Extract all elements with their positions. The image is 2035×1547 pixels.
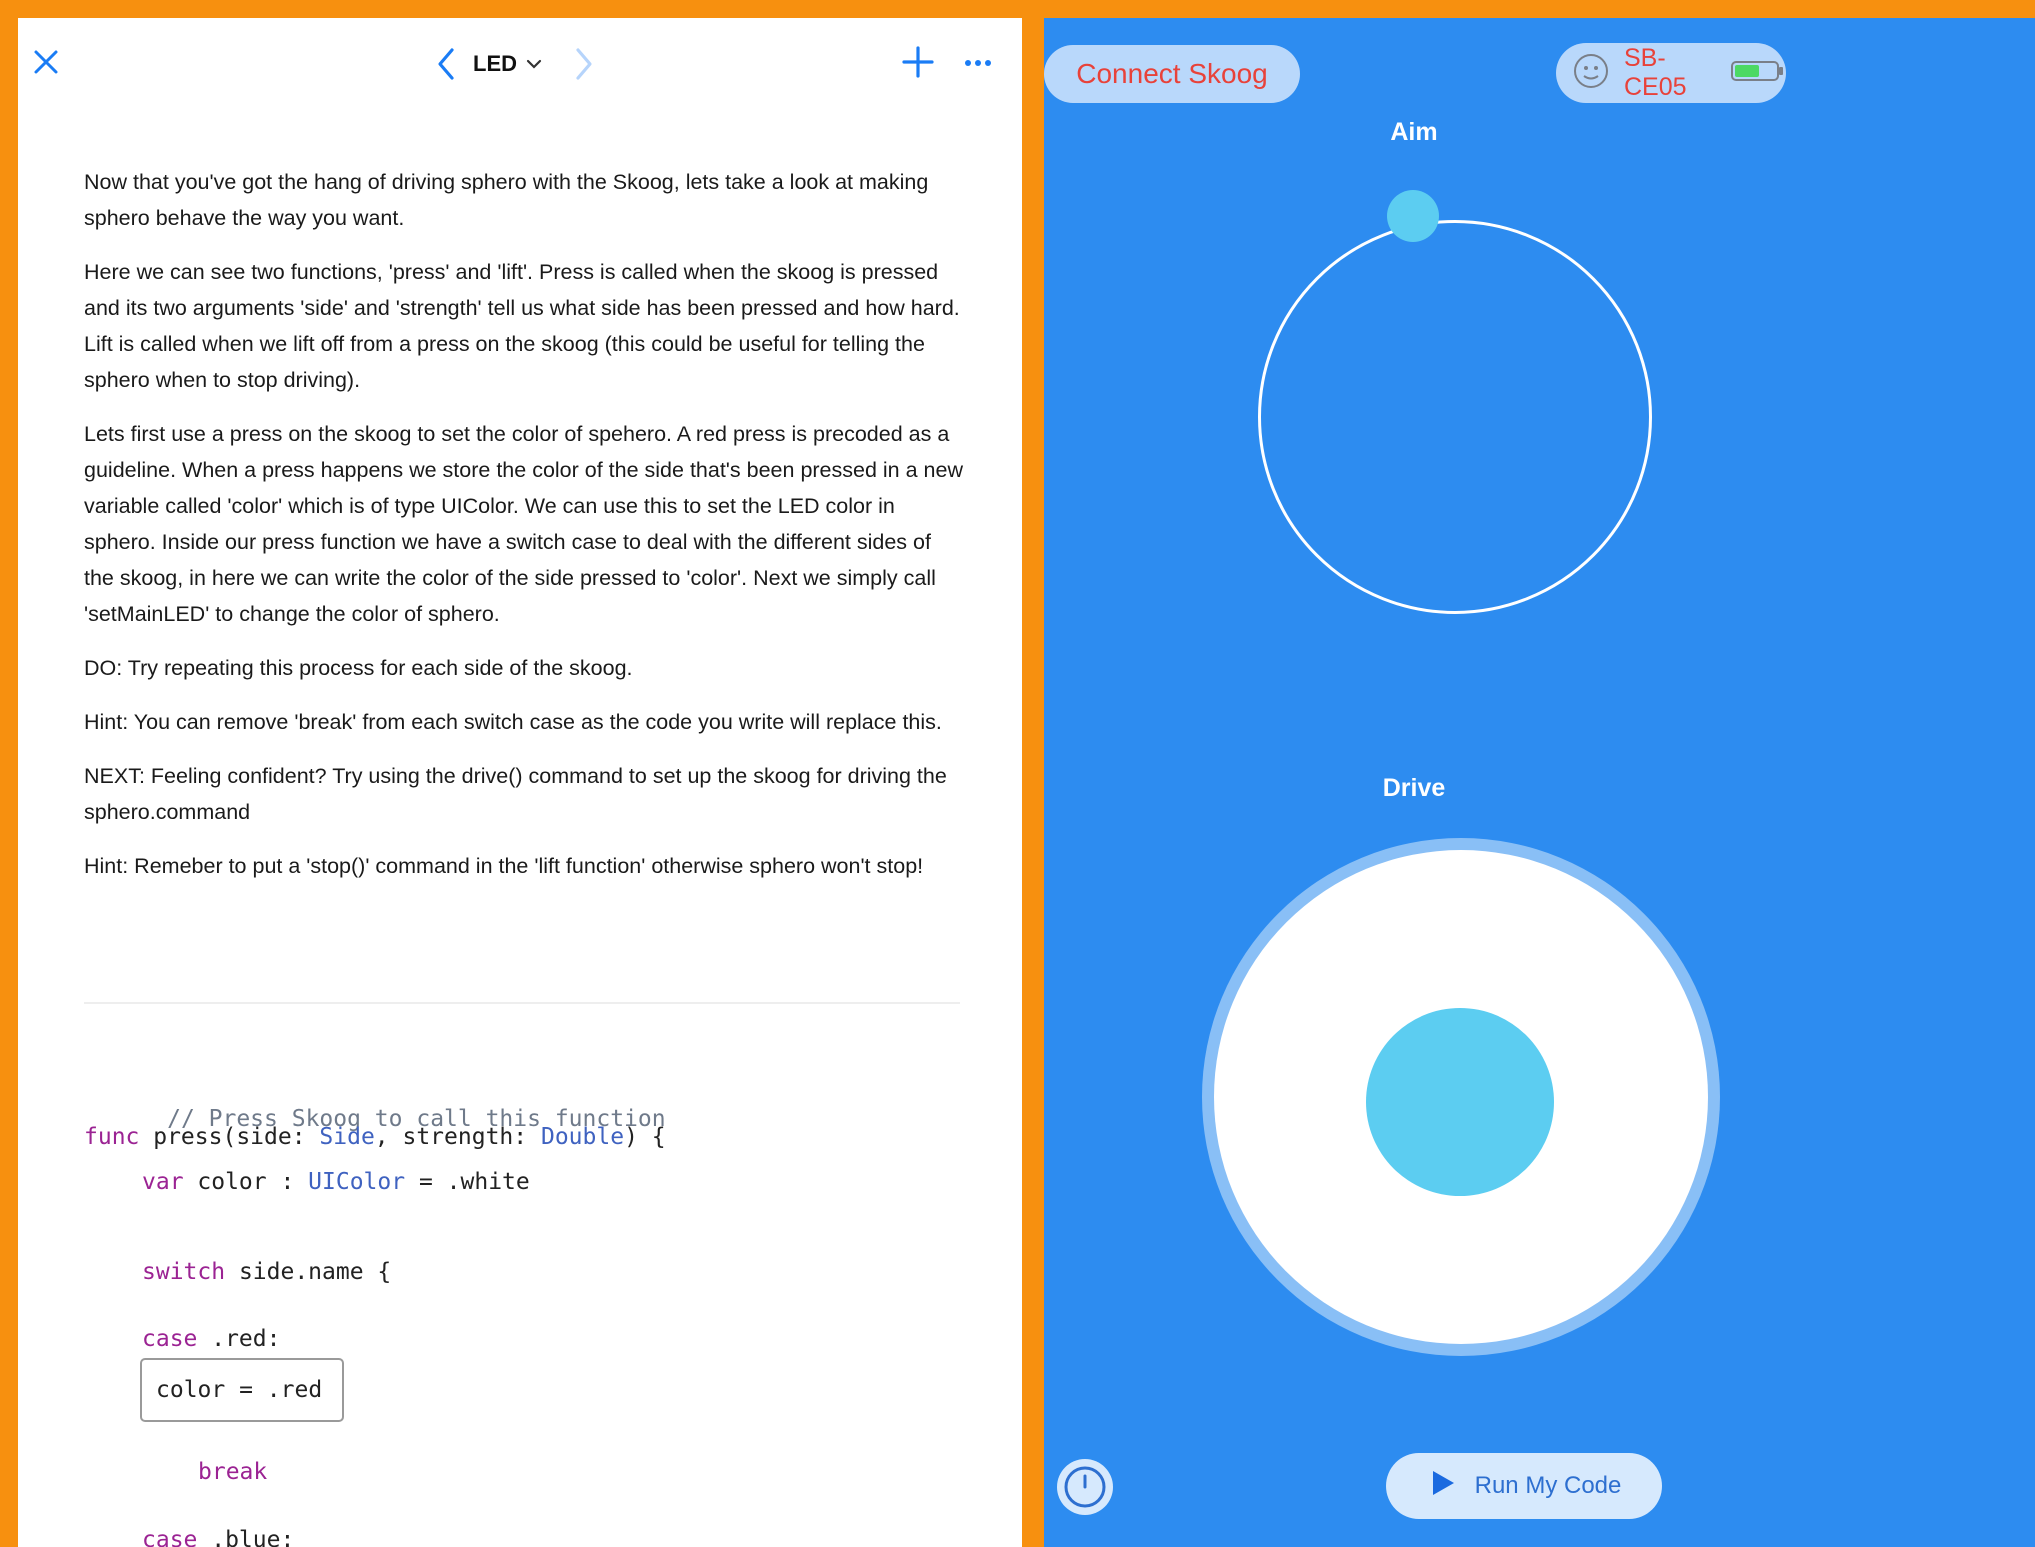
aim-ring xyxy=(1258,220,1652,614)
live-view: Connect Skoog SB-CE05 Aim Drive Run My C… xyxy=(1044,18,2035,1547)
code-type: UIColor xyxy=(308,1169,406,1195)
sphero-icon xyxy=(1572,52,1610,95)
code-keyword: case xyxy=(142,1326,198,1352)
code-text: press(side: xyxy=(139,1124,320,1150)
chevron-right-icon[interactable] xyxy=(566,44,602,84)
aim-handle[interactable] xyxy=(1387,190,1439,242)
page-title: LED xyxy=(473,51,517,76)
editable-code-placeholder[interactable]: color = .red xyxy=(140,1358,344,1422)
code-keyword: case xyxy=(142,1527,198,1547)
paragraph: Lets first use a press on the skoog to s… xyxy=(84,422,963,626)
page-title-menu[interactable]: LED xyxy=(473,48,543,80)
paragraph: NEXT: Feeling confident? Try using the d… xyxy=(84,764,947,824)
code-line: switch side.name { xyxy=(142,1259,391,1285)
play-icon xyxy=(1427,1468,1457,1505)
code-type: Side xyxy=(319,1124,375,1150)
code-keyword: switch xyxy=(142,1259,226,1285)
code-keyword: var xyxy=(142,1169,184,1195)
chevron-left-icon[interactable] xyxy=(428,44,464,84)
code-type: Double xyxy=(540,1124,625,1150)
chevron-down-icon xyxy=(525,51,543,77)
code-text: = .white xyxy=(405,1169,530,1195)
battery-icon xyxy=(1730,59,1786,88)
playground-book-page: LED Now that you've got the hang of driv… xyxy=(18,18,1022,1547)
code-text: .red: xyxy=(197,1326,281,1352)
code-text: color : xyxy=(183,1169,309,1195)
divider xyxy=(84,1002,960,1004)
code-text: .blue: xyxy=(197,1527,295,1547)
plus-icon[interactable] xyxy=(898,42,938,82)
right-panel-frame: Connect Skoog SB-CE05 Aim Drive Run My C… xyxy=(1030,0,2035,1547)
code-keyword: func xyxy=(84,1124,140,1150)
paragraph: Hint: You can remove 'break' from each s… xyxy=(84,710,942,734)
code-text: side.name { xyxy=(225,1259,392,1285)
device-name: SB-CE05 xyxy=(1624,44,1687,101)
run-my-code-label: Run My Code xyxy=(1474,1472,1622,1499)
drive-label: Drive xyxy=(1382,774,1446,802)
instructions: Now that you've got the hang of driving … xyxy=(84,164,964,902)
code-keyword: break xyxy=(198,1459,268,1485)
code-line: var color : UIColor = .white xyxy=(142,1169,530,1195)
code-line: case .red: xyxy=(142,1326,280,1352)
paragraph: Now that you've got the hang of driving … xyxy=(84,170,929,230)
ellipsis-icon[interactable] xyxy=(958,48,998,78)
paragraph: Hint: Remeber to put a 'stop()' command … xyxy=(84,854,924,878)
close-icon[interactable] xyxy=(28,44,64,80)
aim-label: Aim xyxy=(1390,118,1438,146)
device-status[interactable]: SB-CE05 xyxy=(1556,43,1786,103)
run-my-code-button[interactable]: Run My Code xyxy=(1386,1453,1662,1519)
drive-joystick-knob[interactable] xyxy=(1366,1008,1554,1196)
timer-icon[interactable] xyxy=(1054,1456,1116,1518)
code-line: func press(side: Side, strength: Double)… xyxy=(84,1124,666,1150)
paragraph: Here we can see two functions, 'press' a… xyxy=(84,260,960,392)
frame-notch xyxy=(0,1315,18,1323)
connect-skoog-button[interactable]: Connect Skoog xyxy=(1044,45,1300,103)
code-line: break xyxy=(198,1459,267,1485)
paragraph: DO: Try repeating this process for each … xyxy=(84,656,633,680)
code-text: , strength: xyxy=(374,1124,541,1150)
code-text: ) { xyxy=(624,1124,666,1150)
code-line: case .blue: xyxy=(142,1527,294,1547)
